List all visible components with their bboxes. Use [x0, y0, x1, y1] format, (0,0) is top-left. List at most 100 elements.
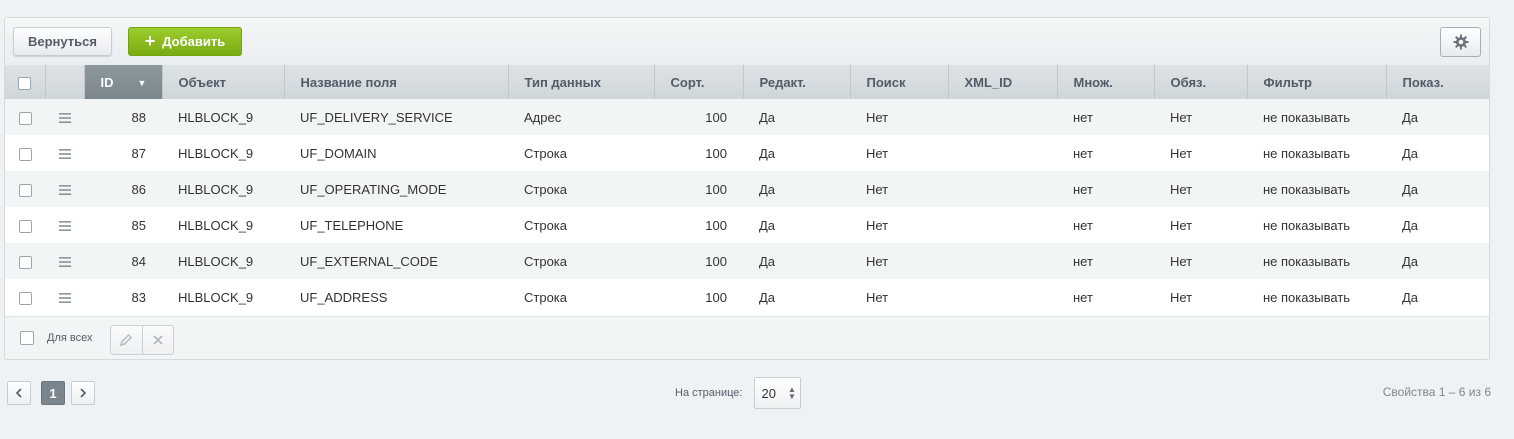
row-id: 85	[84, 207, 162, 243]
row-editable: Да	[743, 99, 850, 135]
page-button-current[interactable]: 1	[41, 381, 65, 405]
row-object: HLBLOCK_9	[162, 279, 284, 315]
row-action-menu-cell[interactable]	[45, 99, 84, 135]
table-row[interactable]: 87 HLBLOCK_9 UF_DOMAIN Строка 100 Да Нет нет Нет…	[5, 135, 1489, 171]
column-header-id[interactable]: ID ▼	[84, 65, 163, 99]
prev-page-button[interactable]	[7, 381, 31, 405]
pencil-icon	[120, 333, 133, 347]
column-header-filter[interactable]: Фильтр	[1247, 65, 1387, 99]
select-all-header[interactable]	[5, 65, 46, 99]
row-filter: не показывать	[1247, 207, 1386, 243]
table-row[interactable]: 84 HLBLOCK_9 UF_EXTERNAL_CODE Строка 100 Да Не…	[5, 243, 1489, 279]
row-action-menu-cell[interactable]	[45, 207, 84, 243]
per-page-select[interactable]: 20 ▲ ▼	[754, 377, 802, 409]
chevron-right-icon	[80, 388, 87, 398]
toolbar: Вернуться + Добавить	[5, 18, 1489, 65]
row-checkbox-cell[interactable]	[5, 135, 45, 171]
row-checkbox[interactable]	[18, 111, 32, 125]
column-header-required[interactable]: Обяз.	[1154, 65, 1248, 99]
row-field-name: UF_OPERATING_MODE	[284, 171, 508, 207]
row-action-menu-cell[interactable]	[45, 135, 84, 171]
row-checkbox-cell[interactable]	[5, 99, 45, 135]
for-all-control[interactable]: Для всех	[20, 331, 92, 345]
menu-icon[interactable]	[58, 221, 71, 232]
row-field-name: UF_EXTERNAL_CODE	[284, 243, 508, 279]
row-object: HLBLOCK_9	[162, 171, 284, 207]
select-all-checkbox[interactable]	[18, 76, 32, 90]
row-editable: Да	[743, 135, 850, 171]
row-checkbox[interactable]	[18, 291, 32, 305]
next-page-button[interactable]	[71, 381, 95, 405]
row-show: Да	[1386, 207, 1489, 243]
column-header-xml-id[interactable]: XML_ID	[948, 65, 1058, 99]
column-header-show[interactable]: Показ.	[1386, 65, 1489, 99]
menu-icon[interactable]	[58, 257, 71, 268]
add-button[interactable]: + Добавить	[128, 27, 242, 56]
row-action-menu-cell[interactable]	[45, 279, 84, 315]
row-checkbox[interactable]	[18, 147, 32, 161]
row-editable: Да	[743, 279, 850, 315]
plus-icon: +	[144, 30, 156, 51]
row-xml-id	[948, 279, 1057, 315]
row-multiple: нет	[1057, 207, 1154, 243]
row-filter: не показывать	[1247, 99, 1386, 135]
row-sort: 100	[654, 171, 743, 207]
column-header-sort[interactable]: Сорт.	[654, 65, 744, 99]
column-header-object[interactable]: Объект	[162, 65, 285, 99]
column-header-search[interactable]: Поиск	[850, 65, 949, 99]
row-search: Нет	[850, 135, 948, 171]
row-field-name: UF_DELIVERY_SERVICE	[284, 99, 508, 135]
row-field-name: UF_ADDRESS	[284, 279, 508, 315]
table-row[interactable]: 83 HLBLOCK_9 UF_ADDRESS Строка 100 Да Нет нет Не…	[5, 279, 1489, 315]
row-sort: 100	[654, 135, 743, 171]
table-row[interactable]: 86 HLBLOCK_9 UF_OPERATING_MODE Строка 100 Да Н…	[5, 171, 1489, 207]
row-search: Нет	[850, 171, 948, 207]
row-filter: не показывать	[1247, 243, 1386, 279]
row-sort: 100	[654, 279, 743, 315]
row-multiple: нет	[1057, 135, 1154, 171]
fields-table: ID ▼ Объект Название поля Тип данных Сорт…	[5, 65, 1489, 315]
row-checkbox-cell[interactable]	[5, 207, 45, 243]
row-action-menu-cell[interactable]	[45, 171, 84, 207]
row-checkbox-cell[interactable]	[5, 279, 45, 315]
row-search: Нет	[850, 243, 948, 279]
row-checkbox[interactable]	[18, 183, 32, 197]
row-sort: 100	[654, 207, 743, 243]
table-row[interactable]: 88 HLBLOCK_9 UF_DELIVERY_SERVICE Адрес 100 Да…	[5, 99, 1489, 135]
row-xml-id	[948, 135, 1057, 171]
column-header-field-name[interactable]: Название поля	[284, 65, 509, 99]
table-row[interactable]: 85 HLBLOCK_9 UF_TELEPHONE Строка 100 Да Нет нет…	[5, 207, 1489, 243]
row-show: Да	[1386, 243, 1489, 279]
settings-button[interactable]	[1440, 27, 1481, 57]
row-editable: Да	[743, 207, 850, 243]
row-xml-id	[948, 243, 1057, 279]
column-header-data-type[interactable]: Тип данных	[508, 65, 655, 99]
menu-icon[interactable]	[58, 293, 71, 304]
row-id: 88	[84, 99, 162, 135]
row-multiple: нет	[1057, 99, 1154, 135]
row-search: Нет	[850, 99, 948, 135]
group-edit-button[interactable]	[111, 326, 142, 354]
group-delete-button[interactable]	[141, 326, 174, 354]
row-id: 86	[84, 171, 162, 207]
menu-icon[interactable]	[58, 185, 71, 196]
row-checkbox[interactable]	[18, 219, 32, 233]
row-required: Нет	[1154, 279, 1247, 315]
for-all-checkbox[interactable]	[20, 331, 34, 345]
row-checkbox-cell[interactable]	[5, 171, 45, 207]
row-field-name: UF_TELEPHONE	[284, 207, 508, 243]
row-show: Да	[1386, 99, 1489, 135]
row-checkbox-cell[interactable]	[5, 243, 45, 279]
menu-icon[interactable]	[58, 149, 71, 160]
row-multiple: нет	[1057, 243, 1154, 279]
row-checkbox[interactable]	[18, 255, 32, 269]
row-xml-id	[948, 171, 1057, 207]
row-action-menu-cell[interactable]	[45, 243, 84, 279]
column-header-editable[interactable]: Редакт.	[743, 65, 851, 99]
table-header-row: ID ▼ Объект Название поля Тип данных Сорт…	[5, 65, 1489, 99]
for-all-label: Для всех	[47, 332, 93, 344]
column-header-multiple[interactable]: Множ.	[1057, 65, 1155, 99]
menu-icon[interactable]	[58, 113, 71, 124]
row-id: 83	[84, 279, 162, 315]
back-button[interactable]: Вернуться	[13, 27, 112, 56]
